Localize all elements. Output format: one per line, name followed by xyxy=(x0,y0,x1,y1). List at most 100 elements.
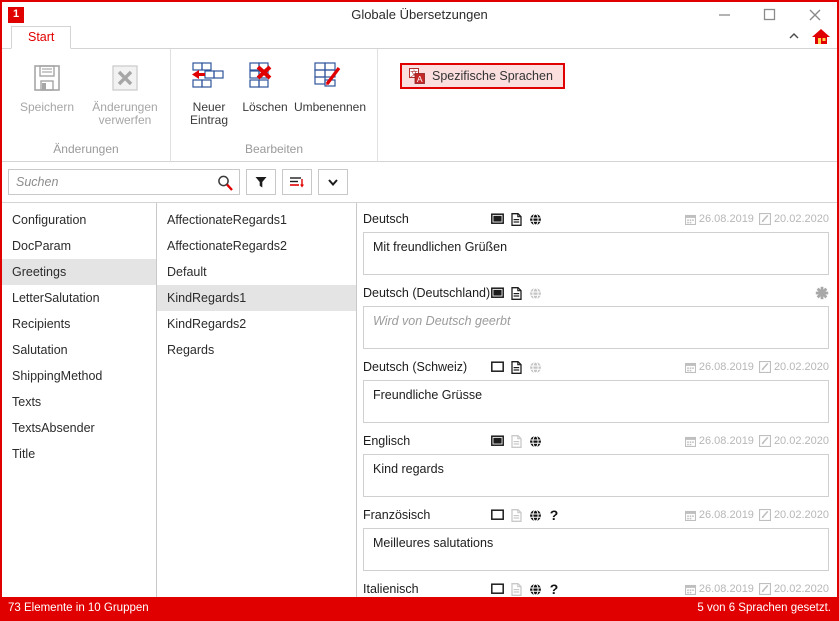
home-icon[interactable] xyxy=(811,27,831,45)
translation-textarea[interactable]: Meilleures salutations xyxy=(363,528,829,571)
ribbon-topright-icons xyxy=(787,27,831,45)
screen-icon[interactable] xyxy=(491,213,504,225)
modified-date-text: 20.02.2020 xyxy=(773,509,829,521)
more-options-button[interactable] xyxy=(318,169,348,195)
screen-icon[interactable] xyxy=(491,435,504,447)
group-list-item[interactable]: Greetings xyxy=(2,259,156,285)
translation-block: Deutsch (Schweiz) 26.08.2019 20.02.2020 Fre… xyxy=(363,354,829,423)
language-flag-icons xyxy=(491,360,542,374)
new-entry-icon xyxy=(188,58,230,98)
group-list-item[interactable]: Texts xyxy=(2,389,156,415)
group-list-item[interactable]: DocParam xyxy=(2,233,156,259)
screen-icon[interactable] xyxy=(491,583,504,595)
calendar-icon xyxy=(684,214,696,225)
statusbar-left-text: 73 Elemente in 10 Gruppen xyxy=(8,602,149,614)
globe-icon[interactable] xyxy=(529,509,542,522)
search-input[interactable] xyxy=(9,170,239,194)
group-list-item[interactable]: LetterSalutation xyxy=(2,285,156,311)
translation-textarea[interactable]: Mit freundlichen Grüßen xyxy=(363,232,829,275)
globe-icon[interactable] xyxy=(529,361,542,374)
discard-changes-button[interactable]: Änderungen verwerfen xyxy=(86,55,164,127)
entries-list[interactable]: AffectionateRegards1 AffectionateRegards2… xyxy=(157,203,357,597)
modified-date-text: 20.02.2020 xyxy=(773,361,829,373)
group-list-item-label: Greetings xyxy=(12,265,67,279)
modified-date-text: 20.02.2020 xyxy=(773,435,829,447)
group-list-item[interactable]: ShippingMethod xyxy=(2,363,156,389)
entry-list-item[interactable]: KindRegards2 xyxy=(157,311,356,337)
app-icon: 1 xyxy=(8,6,24,23)
screen-icon[interactable] xyxy=(491,287,504,299)
translations-panel[interactable]: Deutsch 26.08.2019 20.02.2020 Mit freundlic… xyxy=(357,203,837,597)
rename-button[interactable]: Umbenennen xyxy=(293,55,367,114)
tab-start[interactable]: Start xyxy=(11,26,72,49)
entry-list-item[interactable]: KindRegards1 xyxy=(157,285,356,311)
ribbon-group-aenderungen: Speichern Änderungen verwerfen Änderunge… xyxy=(2,49,171,162)
maximize-button[interactable] xyxy=(747,2,792,27)
translation-textarea[interactable]: Freundliche Grüsse xyxy=(363,380,829,423)
group-list-item-label: Salutation xyxy=(12,343,68,357)
sort-button[interactable] xyxy=(282,169,312,195)
created-date-text: 26.08.2019 xyxy=(698,213,754,225)
edit-pencil-icon xyxy=(758,213,771,225)
globe-icon[interactable] xyxy=(529,287,542,300)
group-list-item[interactable]: Title xyxy=(2,441,156,467)
created-date: 26.08.2019 xyxy=(684,509,754,521)
translation-dates: 26.08.2019 20.02.2020 xyxy=(684,361,829,373)
document-icon[interactable] xyxy=(511,508,522,522)
entry-list-item[interactable]: Default xyxy=(157,259,356,285)
filter-button[interactable] xyxy=(246,169,276,195)
close-button[interactable] xyxy=(792,2,837,27)
specific-languages-button[interactable]: 文 A Spezifische Sprachen xyxy=(400,63,565,89)
translation-textarea[interactable]: Wird von Deutsch geerbt xyxy=(363,306,829,349)
rename-icon xyxy=(309,58,351,98)
language-label: Englisch xyxy=(363,434,411,448)
discard-changes-button-label: Änderungen verwerfen xyxy=(92,100,158,127)
created-date-text: 26.08.2019 xyxy=(698,361,754,373)
chevron-up-icon[interactable] xyxy=(787,30,801,42)
group-list-item[interactable]: Configuration xyxy=(2,207,156,233)
translation-block: Deutsch (Deutschland) Wird von Deutsch ge… xyxy=(363,280,829,349)
svg-text:?: ? xyxy=(550,508,559,522)
translation-header: Deutsch 26.08.2019 20.02.2020 xyxy=(363,206,829,232)
delete-icon xyxy=(244,58,286,98)
globe-icon[interactable] xyxy=(529,213,542,226)
entry-list-item[interactable]: Regards xyxy=(157,337,356,363)
delete-button[interactable]: Löschen xyxy=(237,55,293,114)
save-button[interactable]: Speichern xyxy=(8,55,86,114)
minimize-button[interactable] xyxy=(702,2,747,27)
document-icon[interactable] xyxy=(511,582,522,596)
translation-textarea[interactable]: Kind regards xyxy=(363,454,829,497)
screen-icon[interactable] xyxy=(491,509,504,521)
group-list-item[interactable]: Recipients xyxy=(2,311,156,337)
document-icon[interactable] xyxy=(511,286,522,300)
question-mark-icon[interactable]: ? xyxy=(549,582,559,596)
calendar-icon xyxy=(684,436,696,447)
chevron-down-icon xyxy=(326,176,340,188)
entry-list-item[interactable]: AffectionateRegards1 xyxy=(157,207,356,233)
inherited-asterisk-icon[interactable] xyxy=(815,286,829,300)
ribbon-group-label-bearbeiten: Bearbeiten xyxy=(244,142,304,156)
specific-languages-button-label: Spezifische Sprachen xyxy=(432,69,553,83)
translation-header: Französisch? 26.08.2019 20.02.2020 xyxy=(363,502,829,528)
document-icon[interactable] xyxy=(511,360,522,374)
document-icon[interactable] xyxy=(511,212,522,226)
globe-icon[interactable] xyxy=(529,583,542,596)
group-list-item[interactable]: TextsAbsender xyxy=(2,415,156,441)
edit-pencil-icon xyxy=(758,435,771,447)
document-icon[interactable] xyxy=(511,434,522,448)
group-list-item[interactable]: Salutation xyxy=(2,337,156,363)
filter-funnel-icon xyxy=(254,175,268,189)
search-box[interactable] xyxy=(8,169,240,195)
globe-icon[interactable] xyxy=(529,435,542,448)
entry-list-item-label: AffectionateRegards2 xyxy=(167,239,287,253)
calendar-icon xyxy=(684,362,696,373)
entry-list-item[interactable]: AffectionateRegards2 xyxy=(157,233,356,259)
question-mark-icon[interactable]: ? xyxy=(549,508,559,522)
search-icon[interactable] xyxy=(216,174,234,192)
new-entry-button[interactable]: Neuer Eintrag xyxy=(181,55,237,127)
screen-icon[interactable] xyxy=(491,361,504,373)
ribbon-group-label-aenderungen: Änderungen xyxy=(53,142,119,156)
created-date: 26.08.2019 xyxy=(684,213,754,225)
translation-block: Deutsch 26.08.2019 20.02.2020 Mit freundlic… xyxy=(363,206,829,275)
groups-list[interactable]: Configuration DocParam Greetings LetterSalu… xyxy=(2,203,157,597)
